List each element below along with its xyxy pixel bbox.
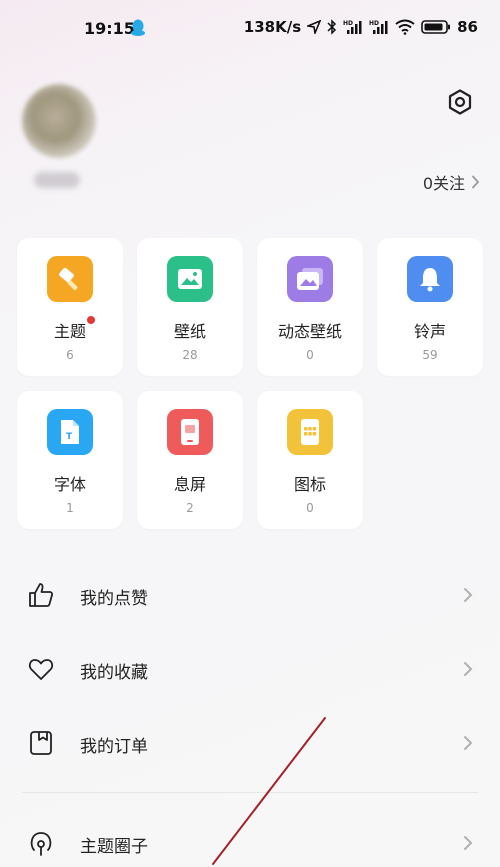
category-card-icons[interactable]: 图标 0 (257, 391, 363, 529)
category-count: 6 (66, 348, 74, 362)
category-label: 主题 (53, 322, 86, 341)
menu-label: 我的点赞 (80, 589, 148, 609)
thumbs-up-icon (29, 583, 54, 607)
wallpaper-icon (167, 256, 213, 302)
category-label: 息屏 (173, 475, 206, 494)
menu-item-my-favorites[interactable]: 我的收藏 (0, 632, 500, 706)
category-count: 0 (306, 348, 314, 362)
settings-icon[interactable] (447, 89, 473, 115)
chevron-right-icon (464, 836, 473, 850)
order-icon (30, 731, 52, 755)
menu-label: 主题圈子 (80, 837, 148, 857)
svg-text:T: T (66, 432, 73, 442)
category-card-theme[interactable]: 主题 6 (17, 238, 123, 376)
category-card-font[interactable]: T 字体 1 (17, 391, 123, 529)
menu-item-theme-circle[interactable]: 主题圈子 (0, 806, 500, 867)
live-wallpaper-icon (287, 256, 333, 302)
category-card-aod[interactable]: 息屏 2 (137, 391, 243, 529)
bell-icon (407, 256, 453, 302)
category-card-live-wallpaper[interactable]: 动态壁纸 0 (257, 238, 363, 376)
net-speed: 138K/s (243, 18, 302, 36)
menu-item-my-likes[interactable]: 我的点赞 (0, 558, 500, 632)
status-time: 19:15 (84, 19, 135, 38)
circle-community-icon (30, 832, 52, 856)
chevron-right-icon (472, 175, 480, 189)
chevron-right-icon (464, 736, 473, 750)
category-card-ringtone[interactable]: 铃声 59 (377, 238, 483, 376)
follow-count: 0关注 (422, 174, 465, 193)
category-card-wallpaper[interactable]: 壁纸 28 (137, 238, 243, 376)
signal-hd-icon: HD (343, 20, 362, 34)
status-bar: 19:15 138K/s HD HD 86 (0, 0, 500, 58)
svg-text:HD: HD (369, 20, 379, 27)
avatar[interactable] (22, 84, 96, 158)
svg-text:HD: HD (343, 20, 353, 27)
new-badge-dot (87, 316, 95, 324)
category-count: 2 (186, 501, 194, 515)
aod-icon (167, 409, 213, 455)
heart-icon (28, 659, 54, 680)
chevron-right-icon (464, 588, 473, 602)
theme-brush-icon (47, 256, 93, 302)
category-count: 59 (422, 348, 438, 362)
menu-label: 我的订单 (80, 737, 148, 757)
follow-link[interactable]: 0关注 (423, 170, 480, 194)
category-count: 1 (66, 501, 74, 515)
battery-level: 86 (457, 18, 478, 36)
menu-label: 我的收藏 (80, 663, 148, 683)
category-label: 铃声 (413, 322, 446, 341)
menu-item-my-orders[interactable]: 我的订单 (0, 706, 500, 780)
chevron-right-icon (464, 662, 473, 676)
username-blurred[interactable] (34, 172, 80, 188)
qq-icon (131, 19, 145, 36)
menu-divider (22, 792, 478, 793)
category-count: 0 (306, 501, 314, 515)
bluetooth-icon (327, 19, 337, 35)
status-right: 138K/s HD HD 86 (244, 18, 478, 36)
font-icon: T (47, 409, 93, 455)
category-label: 字体 (53, 475, 86, 494)
battery-icon (421, 20, 451, 34)
category-label: 图标 (293, 475, 326, 494)
signal-hd-icon: HD (369, 20, 388, 34)
wifi-icon (395, 19, 415, 35)
location-icon (307, 20, 322, 34)
category-count: 28 (182, 348, 198, 362)
category-label: 动态壁纸 (277, 322, 342, 341)
app-icons-icon (287, 409, 333, 455)
category-label: 壁纸 (173, 322, 206, 341)
